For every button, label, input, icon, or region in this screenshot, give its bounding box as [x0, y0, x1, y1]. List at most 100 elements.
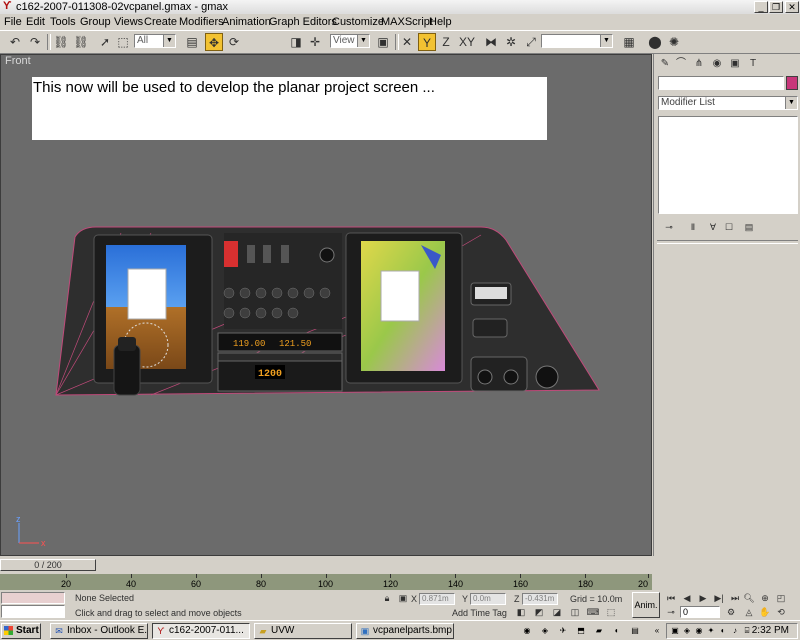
select-and-rotate-icon[interactable]: ⟳ — [225, 33, 243, 51]
goto-start-icon[interactable]: ⏮ — [664, 592, 678, 604]
display-tab-icon[interactable]: ▣ — [728, 57, 742, 71]
select-by-name-icon[interactable]: ▤ — [183, 33, 201, 51]
region-select-icon[interactable]: ⬚ — [114, 33, 132, 51]
menu-edit[interactable]: Edit — [26, 15, 45, 29]
goto-end-icon[interactable]: ⏭ — [728, 592, 742, 604]
restore-button[interactable]: ❐ — [769, 1, 783, 13]
array-icon[interactable]: ✲ — [502, 33, 520, 51]
next-frame-icon[interactable]: ▶| — [712, 592, 726, 604]
use-pivot-center-icon[interactable]: ✛ — [306, 33, 324, 51]
menu-tools[interactable]: Tools — [50, 15, 76, 29]
maxscript-listener-top[interactable] — [1, 592, 65, 604]
mirror-icon[interactable]: ⧓ — [482, 33, 500, 51]
arc-rotate-icon[interactable]: ⟲ — [774, 606, 788, 618]
object-name-input[interactable] — [658, 76, 784, 90]
tray-icon[interactable]: ▣ — [670, 626, 680, 636]
volume-icon[interactable]: ♪ — [730, 626, 740, 636]
time-slider[interactable]: 0 / 200 — [0, 556, 652, 574]
zoom-extents-icon[interactable]: ◰ — [774, 592, 788, 604]
current-frame-field[interactable]: 0 — [680, 606, 720, 618]
tray-icon[interactable]: ◐ — [718, 626, 728, 636]
task-outlook[interactable]: ✉ Inbox - Outlook E... — [50, 623, 148, 639]
play-icon[interactable]: ▶ — [696, 592, 710, 604]
percent-snap-icon[interactable]: ◪ — [550, 606, 564, 618]
select-and-scale-icon[interactable]: ◨ — [287, 33, 305, 51]
start-button[interactable]: Start — [1, 623, 41, 639]
y-coord-field[interactable]: 0.0m — [470, 593, 506, 605]
axis-y-icon[interactable]: Y — [418, 33, 436, 51]
key-mode-icon[interactable]: ⊸ — [664, 606, 678, 618]
named-selection-dropdown[interactable]: ▼ — [541, 34, 613, 48]
menu-help[interactable]: Help — [429, 15, 452, 29]
remove-modifier-icon[interactable]: ☐ — [722, 221, 736, 233]
crossing-selection-icon[interactable]: ⬚ — [604, 606, 618, 618]
spinner-snap-icon[interactable]: ◫ — [568, 606, 582, 618]
unlink-icon[interactable]: ⛓ — [72, 33, 90, 51]
system-clock[interactable]: 2:32 PM — [752, 624, 789, 638]
align-icon[interactable]: ⤢ — [522, 33, 540, 51]
select-and-link-icon[interactable]: ⛓ — [52, 33, 70, 51]
close-button[interactable]: ✕ — [785, 1, 799, 13]
task-paint[interactable]: ▣ vcpanelparts.bmp ... — [356, 623, 454, 639]
time-config-icon[interactable]: ⚙ — [724, 606, 738, 618]
select-object-icon[interactable]: ➚ — [96, 33, 114, 51]
render-icon[interactable]: ✺ — [665, 33, 683, 51]
menu-maxscript[interactable]: MAXScript — [381, 15, 433, 29]
menu-file[interactable]: File — [4, 15, 22, 29]
snap-toggle-icon[interactable]: ◧ — [514, 606, 528, 618]
lock-selection-icon[interactable]: 🔒︎ — [380, 592, 394, 604]
make-unique-icon[interactable]: ∀ — [706, 221, 720, 233]
front-viewport[interactable]: Front This now will be used to develop t… — [0, 54, 652, 556]
menu-modifiers[interactable]: Modifiers — [179, 15, 224, 29]
absolute-mode-icon[interactable]: ▣ — [396, 592, 410, 604]
tray-icon[interactable]: ◈ — [682, 626, 692, 636]
menu-customize[interactable]: Customize — [332, 15, 384, 29]
material-editor-icon[interactable]: ⬤ — [646, 33, 664, 51]
modifier-list-dropdown[interactable]: Modifier List ▼ — [658, 96, 798, 110]
menu-graph-editors[interactable]: Graph Editors — [269, 15, 337, 29]
redo-icon[interactable]: ↷ — [26, 33, 44, 51]
animate-button[interactable]: Anim. — [632, 592, 660, 618]
quicklaunch-icon[interactable]: ✈ — [558, 626, 568, 636]
track-bar[interactable]: 20 40 60 80 100 120 140 160 180 20 — [0, 574, 652, 590]
track-view-icon[interactable]: ▦ — [620, 33, 638, 51]
show-end-result-icon[interactable]: Ⅱ — [686, 221, 700, 233]
undo-icon[interactable]: ↶ — [6, 33, 24, 51]
motion-tab-icon[interactable]: ◉ — [710, 57, 724, 71]
menu-group[interactable]: Group — [80, 15, 111, 29]
z-coord-field[interactable]: -0.431m — [522, 593, 558, 605]
modify-tab-icon[interactable]: ⌒ — [674, 57, 688, 71]
pin-stack-icon[interactable]: ⊸ — [662, 221, 676, 233]
axis-x-icon[interactable]: ✕ — [398, 33, 416, 51]
select-and-move-icon[interactable]: ✥ — [205, 33, 223, 51]
quicklaunch-icon[interactable]: ◐ — [612, 626, 622, 636]
reference-coordinate-dropdown[interactable]: View ▼ — [330, 34, 370, 48]
quicklaunch-icon[interactable]: ▤ — [630, 626, 640, 636]
tray-icon[interactable]: ◉ — [694, 626, 704, 636]
show-more-icon[interactable]: « — [652, 626, 662, 636]
maxscript-listener-bottom[interactable] — [1, 605, 65, 618]
zoom-all-icon[interactable]: ⊕ — [758, 592, 772, 604]
keyboard-shortcut-icon[interactable]: ⌨ — [586, 606, 600, 618]
instrument-panel-model[interactable]: 119.00 121.50 1200 — [1, 55, 651, 555]
previous-frame-icon[interactable]: ◀ — [680, 592, 694, 604]
use-selection-center-icon[interactable]: ▣ — [374, 33, 392, 51]
field-of-view-icon[interactable]: ◬ — [742, 606, 756, 618]
task-uvw-folder[interactable]: ▰ UVW — [254, 623, 352, 639]
zoom-icon[interactable]: 🔍︎ — [742, 592, 756, 604]
create-tab-icon[interactable]: ✎ — [658, 57, 672, 71]
selection-filter-dropdown[interactable]: All ▼ — [134, 34, 176, 48]
pan-icon[interactable]: ✋ — [758, 606, 772, 618]
angle-snap-icon[interactable]: ◩ — [532, 606, 546, 618]
gmax-app-icon[interactable]: ϒ — [3, 1, 14, 12]
quicklaunch-icon[interactable]: ▰ — [594, 626, 604, 636]
add-time-tag-button[interactable]: Add Time Tag — [452, 607, 507, 619]
menu-animation[interactable]: Animation — [222, 15, 271, 29]
time-slider-thumb[interactable]: 0 / 200 — [0, 559, 96, 571]
tray-icon[interactable]: ✦ — [706, 626, 716, 636]
x-coord-field[interactable]: 0.871m — [419, 593, 455, 605]
minimize-button[interactable]: _ — [754, 1, 768, 13]
configure-sets-icon[interactable]: ▤ — [742, 221, 756, 233]
menu-views[interactable]: Views — [114, 15, 143, 29]
object-color-swatch[interactable] — [786, 76, 798, 90]
